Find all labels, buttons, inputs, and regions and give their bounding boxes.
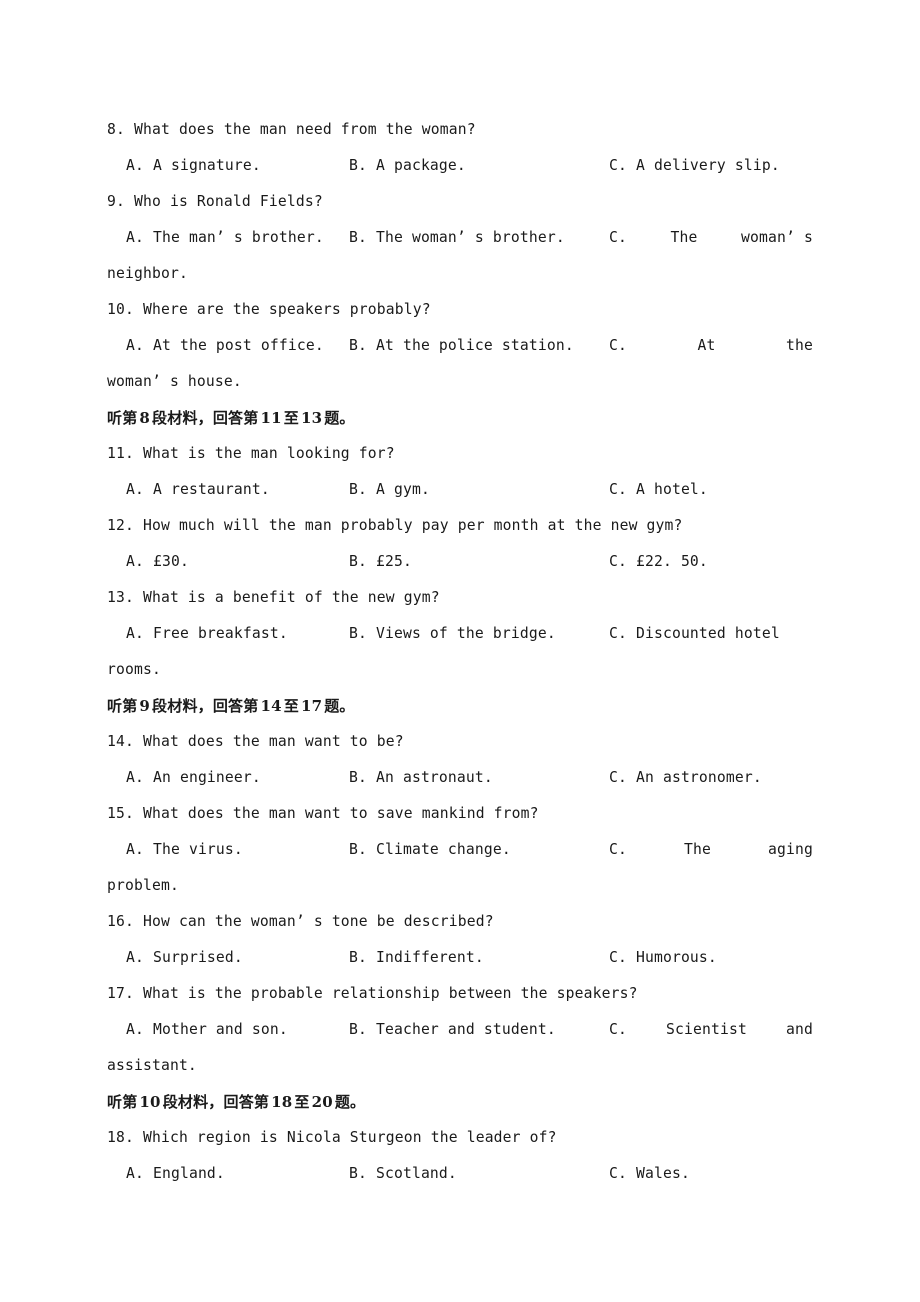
option-c-part: the [786,337,813,354]
option-row: A. £30. B. £25. C. £22. 50. [107,544,813,580]
option-b: B. An astronaut. [349,769,493,786]
option-c-part: C. [609,841,627,858]
option-c-part: At [697,337,716,354]
heading-text: 听第 [107,697,138,715]
heading-text: 段材料，回答第 [162,1093,270,1111]
heading-text: 段材料，回答第 [152,409,259,427]
heading-number: 14 [260,697,282,715]
heading-text: 题。 [334,1093,366,1111]
option-b: B. Indifferent. [349,949,484,966]
option-a: A. A signature. [126,157,261,174]
question-stem: 11. What is the man looking for? [107,445,395,462]
heading-number: 18 [271,1093,293,1111]
question-stem: 12. How much will the man probably pay p… [107,517,683,534]
option-c: C. Wales. [609,1165,690,1182]
heading-number: 20 [311,1093,333,1111]
section-heading: 听第 9 段材料，回答第 14 至 17 题。 [107,688,813,724]
heading-number: 13 [300,409,323,427]
section-heading: 听第 10 段材料，回答第 18 至 20 题。 [107,1084,813,1120]
option-c-part: aging [768,841,813,858]
document-content: 8. What does the man need from the woman… [107,112,813,1192]
option-row: A. At the post office. B. At the police … [107,328,813,364]
heading-number: 10 [139,1093,161,1111]
option-row: A. Surprised. B. Indifferent. C. Humorou… [107,940,813,976]
option-b: B. The woman’ s brother. [349,229,565,246]
option-c: C. A hotel. [609,481,708,498]
heading-text: 至 [283,697,299,715]
option-b: B. Teacher and student. [349,1021,556,1038]
option-c: C. A delivery slip. [609,157,780,174]
heading-text: 题。 [324,697,355,715]
option-c-part: and [786,1021,813,1038]
option-row: A. A signature. B. A package. C. A deliv… [107,148,813,184]
option-b: B. £25. [349,553,412,570]
heading-text: 题。 [324,409,355,427]
question-stem: 15. What does the man want to save manki… [107,805,539,822]
heading-text: 听第 [107,409,138,427]
option-c: C. The aging [609,832,813,868]
option-row: A. An engineer. B. An astronaut. C. An a… [107,760,813,796]
heading-number: 11 [260,409,282,427]
question-stem: 8. What does the man need from the woman… [107,121,476,138]
option-a: A. The virus. [126,841,243,858]
option-c-part: Scientist [666,1021,747,1038]
option-a: A. Free breakfast. [126,625,288,642]
option-wrap-line: rooms. [107,661,161,678]
option-c-part: woman’ s [741,229,813,246]
option-c-part: C. [609,1021,627,1038]
option-c: C. Scientist and [609,1012,813,1048]
heading-text: 至 [283,409,299,427]
option-wrap-line: neighbor. [107,265,188,282]
option-a: A. Mother and son. [126,1021,288,1038]
question-stem: 17. What is the probable relationship be… [107,985,638,1002]
option-wrap-line: problem. [107,877,179,894]
option-row: A. Mother and son. B. Teacher and studen… [107,1012,813,1048]
option-b: B. At the police station. [349,337,574,354]
option-b: B. A package. [349,157,466,174]
option-wrap-line: assistant. [107,1057,197,1074]
option-a: A. England. [126,1165,225,1182]
heading-number: 9 [139,697,151,715]
question-stem: 14. What does the man want to be? [107,733,404,750]
option-b: B. Climate change. [349,841,511,858]
heading-number: 17 [300,697,323,715]
option-c-part: C. [609,337,627,354]
option-a: A. £30. [126,553,189,570]
option-c-part: The [670,229,698,246]
option-c: C. Humorous. [609,949,717,966]
question-stem: 10. Where are the speakers probably? [107,301,431,318]
option-c: C. £22. 50. [609,553,708,570]
option-a: A. The man’ s brother. [126,229,324,246]
option-a: A. Surprised. [126,949,243,966]
heading-text: 听第 [107,1093,138,1111]
heading-text: 至 [294,1093,310,1111]
question-stem: 13. What is a benefit of the new gym? [107,589,440,606]
option-c: C. An astronomer. [609,769,762,786]
option-row: A. A restaurant. B. A gym. C. A hotel. [107,472,813,508]
option-b: B. A gym. [349,481,430,498]
option-wrap-line: woman’ s house. [107,373,242,390]
option-a: A. A restaurant. [126,481,270,498]
heading-text: 段材料，回答第 [152,697,259,715]
option-b: B. Views of the bridge. [349,625,556,642]
option-c: C. The woman’ s [609,220,813,256]
question-stem: 16. How can the woman’ s tone be describ… [107,913,494,930]
option-c: C. Discounted hotel [609,625,780,642]
document-page: 8. What does the man need from the woman… [0,0,920,1302]
option-c-part: C. [609,229,627,246]
question-stem: 18. Which region is Nicola Sturgeon the … [107,1129,557,1146]
option-b: B. Scotland. [349,1165,457,1182]
option-c: C. At the [609,328,813,364]
heading-number: 8 [139,409,151,427]
option-row: A. The virus. B. Climate change. C. The … [107,832,813,868]
option-a: A. An engineer. [126,769,261,786]
section-heading: 听第 8 段材料，回答第 11 至 13 题。 [107,400,813,436]
option-a: A. At the post office. [126,337,324,354]
option-row: A. Free breakfast. B. Views of the bridg… [107,616,813,652]
question-stem: 9. Who is Ronald Fields? [107,193,323,210]
option-c-part: The [684,841,711,858]
option-row: A. England. B. Scotland. C. Wales. [107,1156,813,1192]
option-row: A. The man’ s brother. B. The woman’ s b… [107,220,813,256]
